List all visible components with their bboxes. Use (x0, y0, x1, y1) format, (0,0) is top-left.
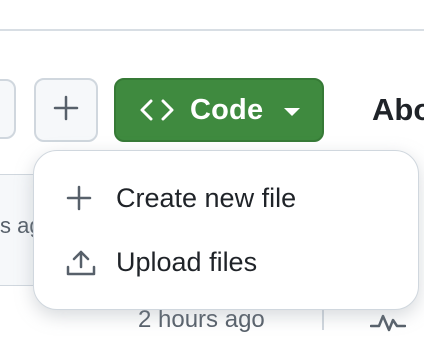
code-icon (140, 96, 174, 129)
branch-selector-button[interactable] (0, 79, 16, 139)
add-file-menu: Create new file Upload files (33, 150, 419, 310)
pulse-icon (369, 312, 407, 337)
about-heading: Abo (372, 92, 424, 127)
menu-item-upload-files[interactable]: Upload files (34, 233, 418, 293)
plus-icon (66, 185, 92, 216)
header-divider (0, 29, 424, 31)
menu-item-create-new-file[interactable]: Create new file (34, 169, 418, 229)
add-file-button[interactable] (34, 78, 98, 142)
plus-icon (53, 95, 79, 126)
code-button-label: Code (190, 94, 264, 126)
code-button[interactable]: Code (114, 78, 324, 142)
menu-item-label: Upload files (116, 247, 258, 277)
menu-item-label: Create new file (116, 183, 297, 213)
upload-icon (66, 249, 96, 282)
chevron-down-icon (284, 108, 300, 116)
